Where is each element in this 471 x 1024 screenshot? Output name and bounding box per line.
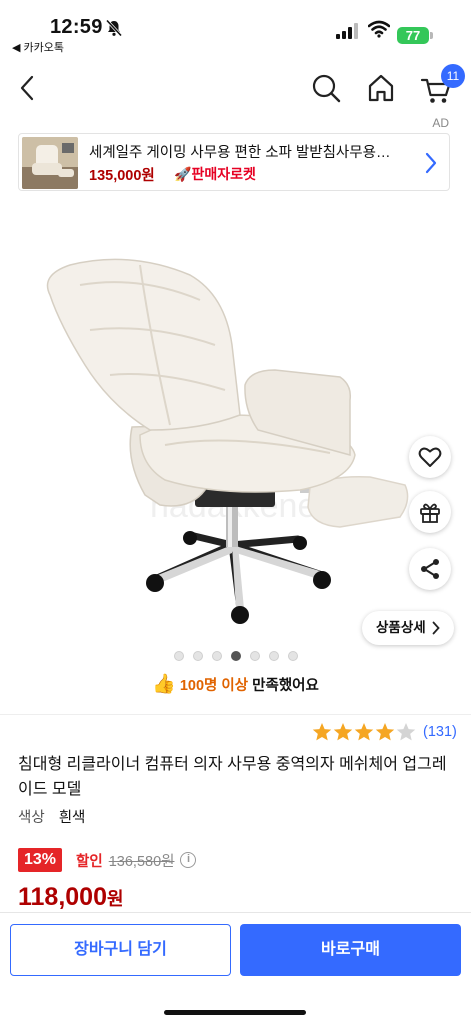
sale-price: 118,000원 [18, 883, 124, 912]
original-price: 136,580원 [108, 853, 175, 870]
share-button[interactable] [409, 548, 451, 590]
satisfaction-count: 100명 이상 [179, 678, 249, 694]
ad-label: AD [432, 116, 449, 130]
product-image[interactable]: nadakkene.co [0, 205, 471, 645]
carousel-dot[interactable] [269, 651, 279, 661]
signal-icon [336, 23, 358, 39]
search-icon[interactable] [310, 72, 342, 104]
carousel-indicator [174, 651, 298, 661]
sale-price-unit: 원 [107, 889, 124, 909]
bottom-action-bar: 장바구니 담기 바로구매 [0, 912, 471, 1024]
product-detail-button[interactable]: 상품상세 [362, 611, 454, 645]
rocket-icon: 🚀 [174, 166, 192, 182]
carousel-dot[interactable] [212, 651, 222, 661]
review-count[interactable]: (131) [423, 724, 457, 740]
gift-icon [420, 503, 440, 523]
heart-icon [418, 447, 442, 467]
carousel-dot[interactable] [174, 651, 184, 661]
battery-tip [430, 32, 433, 39]
buy-now-button[interactable]: 바로구매 [240, 924, 461, 976]
ad-price: 135,000원 [89, 168, 155, 184]
ad-thumbnail [22, 137, 78, 189]
carousel-dot[interactable] [250, 651, 260, 661]
satisfaction-text: 만족했어요 [248, 678, 319, 694]
bell-muted-icon [105, 19, 123, 37]
battery-indicator: 77 [397, 27, 429, 44]
info-icon[interactable]: i [180, 852, 197, 868]
carousel-dot-active[interactable] [231, 651, 241, 661]
back-arrow-icon[interactable] [14, 72, 42, 104]
color-label: 색상 [18, 810, 45, 826]
satisfaction-banner: 👍 100명 이상 만족했어요 [0, 672, 471, 696]
back-to-app-link[interactable]: ◀ 카카오톡 [12, 39, 64, 55]
carousel-dot[interactable] [193, 651, 203, 661]
home-icon[interactable] [365, 72, 397, 104]
discount-rate-badge: 13% [18, 848, 63, 872]
ad-banner[interactable]: 세계일주 게이밍 사무용 편한 소파 발받침사무용… 135,000원 🚀판매자… [18, 133, 450, 191]
discount-row: 13% 할인 136,580원 i [18, 848, 197, 872]
wifi-icon [368, 20, 390, 38]
share-icon [421, 559, 439, 579]
product-detail-label: 상품상세 [376, 620, 426, 635]
home-indicator[interactable] [164, 1010, 306, 1015]
thumbs-up-icon: 👍 [152, 674, 176, 695]
sale-price-value: 118,000 [18, 883, 107, 911]
product-title: 침대형 리클라이너 컴퓨터 의자 사무용 중역의자 메쉬체어 업그레이드 모델 [18, 756, 447, 798]
status-time: 12:59 [50, 16, 103, 38]
star-rating-icon [312, 723, 416, 741]
chevron-right-icon [432, 621, 440, 635]
status-bar: 12:59 ◀ 카카오톡 77 [0, 0, 471, 62]
gift-button[interactable] [409, 491, 451, 533]
ad-delivery-badge: 🚀판매자로켓 [174, 164, 256, 184]
divider [0, 714, 471, 715]
rating[interactable]: (131) [312, 722, 457, 742]
top-navigation: 11 [0, 62, 471, 116]
color-option[interactable]: 색상 흰색 [18, 806, 85, 827]
cart-count-badge: 11 [441, 64, 465, 88]
color-value: 흰색 [58, 810, 86, 826]
add-to-cart-button[interactable]: 장바구니 담기 [10, 924, 231, 976]
discount-label: 할인 [76, 853, 103, 870]
ad-title: 세계일주 게이밍 사무용 편한 소파 발받침사무용… [89, 145, 391, 161]
carousel-dot[interactable] [288, 651, 298, 661]
chevron-right-icon [425, 152, 437, 174]
ad-delivery-label: 판매자로켓 [191, 166, 256, 182]
wishlist-button[interactable] [409, 436, 451, 478]
